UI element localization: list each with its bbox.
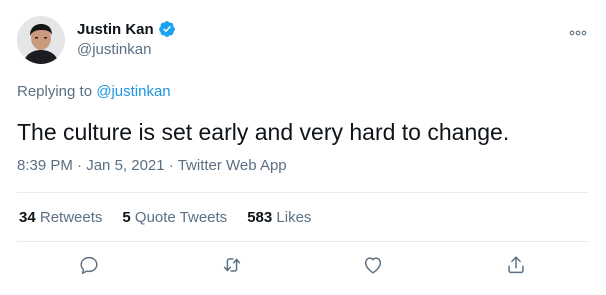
avatar-image	[17, 16, 65, 64]
author-handle[interactable]: @justinkan	[77, 41, 151, 58]
verified-badge-icon	[158, 20, 176, 38]
reply-icon[interactable]	[78, 254, 100, 276]
likes-stat[interactable]: 583 Likes	[247, 209, 311, 226]
reply-mention-link[interactable]: @justinkan	[96, 83, 170, 100]
replying-to-line: Replying to @justinkan	[17, 83, 171, 100]
tweet-card: Justin Kan @justinkan Replying to @justi…	[0, 0, 606, 295]
divider	[17, 241, 589, 242]
tweet-date[interactable]: Jan 5, 2021	[86, 157, 164, 174]
meta-separator: ·	[77, 157, 83, 174]
quote-tweets-stat[interactable]: 5 Quote Tweets	[122, 209, 227, 226]
retweets-stat[interactable]: 34 Retweets	[19, 209, 102, 226]
quote-tweets-label: Quote Tweets	[134, 209, 228, 226]
meta-separator: ·	[168, 157, 174, 174]
likes-count: 583	[247, 209, 273, 226]
divider	[17, 192, 589, 193]
tweet-meta: 8:39 PM · Jan 5, 2021 · Twitter Web App	[17, 157, 287, 174]
tweet-source[interactable]: Twitter Web App	[178, 157, 287, 174]
avatar[interactable]	[17, 16, 65, 64]
tweet-actions	[0, 254, 606, 278]
engagement-stats: 34 Retweets 5 Quote Tweets 583 Likes	[19, 209, 331, 226]
share-icon[interactable]	[505, 254, 527, 276]
likes-label: Likes	[276, 209, 312, 226]
author-display-name[interactable]: Justin Kan	[77, 21, 154, 38]
more-horizontal-icon[interactable]	[568, 25, 588, 36]
retweets-count: 34	[19, 209, 36, 226]
author-name-row[interactable]: Justin Kan	[77, 20, 176, 38]
like-icon[interactable]	[362, 254, 384, 276]
retweets-label: Retweets	[39, 209, 103, 226]
tweet-text: The culture is set early and very hard t…	[17, 119, 510, 145]
retweet-icon[interactable]	[221, 254, 243, 276]
quote-tweets-count: 5	[122, 209, 131, 226]
replying-to-label: Replying to	[17, 83, 93, 100]
tweet-time[interactable]: 8:39 PM	[17, 157, 73, 174]
